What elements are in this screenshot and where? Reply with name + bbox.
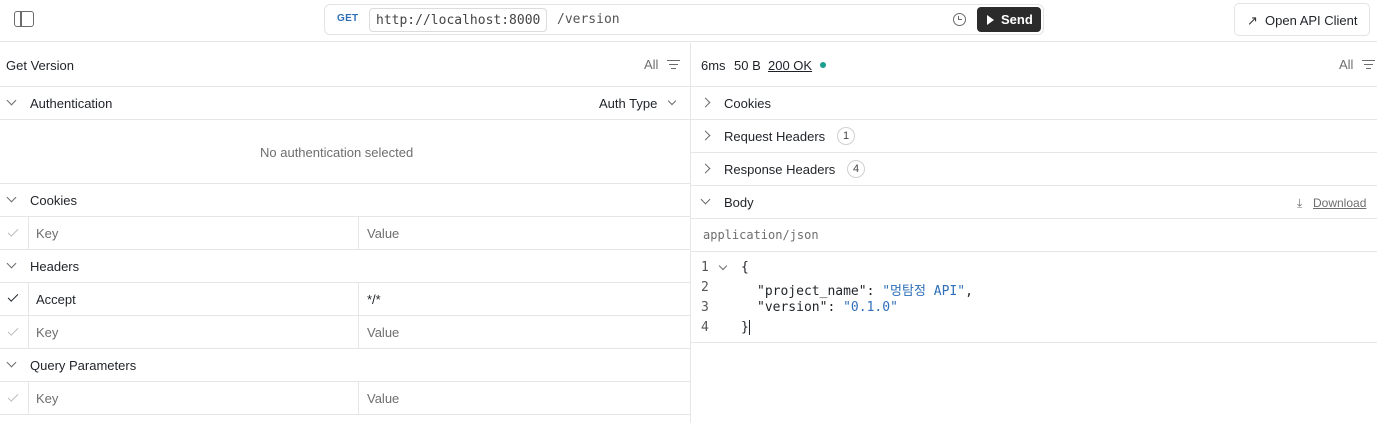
query-key-input[interactable]: Key <box>36 391 58 406</box>
response-status-bar: 6ms 50 B 200 OK All <box>691 43 1377 87</box>
chevron-down-icon <box>6 95 17 106</box>
status-dot-icon <box>820 62 826 68</box>
sidebar-toggle-icon[interactable] <box>14 11 34 27</box>
headers-section-header[interactable]: Headers <box>0 250 690 283</box>
body-label: Body <box>724 195 754 210</box>
content-type-row: application/json <box>691 219 1377 252</box>
text-cursor <box>749 320 750 335</box>
json-separator: : <box>827 300 844 315</box>
header-value-input[interactable]: Value <box>367 325 399 340</box>
header-value-input[interactable]: */* <box>367 292 381 307</box>
cookies-label: Cookies <box>30 193 77 208</box>
json-comma: , <box>965 284 973 299</box>
top-bar: GET http://localhost:8000 /version Send … <box>0 0 1377 42</box>
send-label: Send <box>1001 12 1033 27</box>
method-selector[interactable]: GET <box>337 13 358 24</box>
code-line-2: "project_name": "멍탐정 API", <box>757 280 973 299</box>
row-enable-checkbox[interactable] <box>7 391 19 402</box>
response-size: 50 B <box>734 58 761 73</box>
open-api-client-button[interactable]: ↗ Open API Client <box>1234 3 1370 36</box>
response-panel: 6ms 50 B 200 OK All Cookies Request Head… <box>691 43 1377 423</box>
download-link[interactable]: Download <box>1313 196 1366 210</box>
header-enabled-checkbox[interactable] <box>7 291 19 302</box>
filter-icon[interactable] <box>1362 60 1375 70</box>
fold-chevron-icon[interactable] <box>718 261 728 271</box>
no-auth-text: No authentication selected <box>260 145 414 160</box>
header-row: Accept */* <box>0 283 690 316</box>
response-cookies-header[interactable]: Cookies <box>691 87 1377 120</box>
chevron-down-icon <box>6 192 17 203</box>
response-status[interactable]: 200 OK <box>768 58 812 73</box>
chevron-down-icon <box>700 194 711 205</box>
query-parameters-section-header[interactable]: Query Parameters <box>0 349 690 382</box>
json-string-value: "0.1.0" <box>843 300 898 315</box>
line-number: 1 <box>701 260 709 275</box>
line-number: 3 <box>701 300 709 315</box>
auth-type-dropdown[interactable]: Auth Type <box>599 96 657 111</box>
response-cookies-label: Cookies <box>724 96 771 111</box>
code-line-4: } <box>741 320 749 335</box>
response-headers-header[interactable]: Response Headers 4 <box>691 153 1377 186</box>
chevron-right-icon <box>700 130 711 141</box>
chevron-down-icon <box>6 258 17 269</box>
code-line-1: { <box>741 260 749 275</box>
headers-label: Headers <box>30 259 80 274</box>
request-headers-header[interactable]: Request Headers 1 <box>691 120 1377 153</box>
line-number: 4 <box>701 320 709 335</box>
response-headers-count-badge: 4 <box>847 160 865 178</box>
query-parameters-label: Query Parameters <box>30 358 137 373</box>
cookie-key-input[interactable]: Key <box>36 226 58 241</box>
download-icon: ⤓ <box>1297 196 1303 210</box>
row-enable-checkbox[interactable] <box>7 325 19 336</box>
header-key-input[interactable]: Accept <box>36 292 76 307</box>
header-key-input[interactable]: Key <box>36 325 58 340</box>
json-key: "version" <box>757 300 828 315</box>
code-line-3: "version": "0.1.0" <box>757 300 898 315</box>
request-filter-label[interactable]: All <box>644 57 658 72</box>
request-headers-label: Request Headers <box>724 129 826 144</box>
open-api-client-label: Open API Client <box>1265 13 1358 28</box>
response-headers-label: Response Headers <box>724 162 836 177</box>
response-time: 6ms <box>701 58 726 73</box>
json-key: "project_name" <box>757 284 867 299</box>
play-icon <box>987 15 994 25</box>
history-icon[interactable] <box>953 13 966 26</box>
send-button[interactable]: Send <box>977 7 1041 32</box>
json-string-value: "멍탐정 API" <box>882 284 966 299</box>
response-body-editor[interactable]: 1 { 2 "project_name": "멍탐정 API", 3 "vers… <box>691 252 1377 343</box>
cookies-section-header[interactable]: Cookies <box>0 184 690 217</box>
request-headers-count-badge: 1 <box>837 127 855 145</box>
row-enable-checkbox[interactable] <box>7 226 19 237</box>
body-section-header[interactable]: Body ⤓ Download <box>691 186 1377 219</box>
request-title: Get Version <box>6 58 74 73</box>
authentication-section-header[interactable]: Authentication Auth Type <box>0 87 690 120</box>
chevron-down-icon <box>667 96 677 106</box>
response-filter-label[interactable]: All <box>1339 57 1353 72</box>
query-empty-row: Key Value <box>0 382 690 415</box>
chevron-right-icon <box>700 163 711 174</box>
cookies-empty-row: Key Value <box>0 217 690 250</box>
path-input[interactable]: /version <box>557 12 620 27</box>
request-header: Get Version All <box>0 43 690 87</box>
url-bar: GET http://localhost:8000 /version Send <box>324 4 1044 35</box>
content-type-label: application/json <box>703 228 819 242</box>
arrow-up-right-icon: ↗ <box>1247 13 1258 28</box>
authentication-body: No authentication selected <box>0 120 690 184</box>
request-panel: Get Version All Authentication Auth Type… <box>0 43 691 423</box>
chevron-right-icon <box>700 97 711 108</box>
filter-icon[interactable] <box>667 60 680 70</box>
authentication-label: Authentication <box>30 96 113 111</box>
base-url-input[interactable]: http://localhost:8000 <box>369 8 547 32</box>
query-value-input[interactable]: Value <box>367 391 399 406</box>
line-number: 2 <box>701 280 709 295</box>
json-separator: : <box>866 284 883 299</box>
cookie-value-input[interactable]: Value <box>367 226 399 241</box>
chevron-down-icon <box>6 357 17 368</box>
header-empty-row: Key Value <box>0 316 690 349</box>
